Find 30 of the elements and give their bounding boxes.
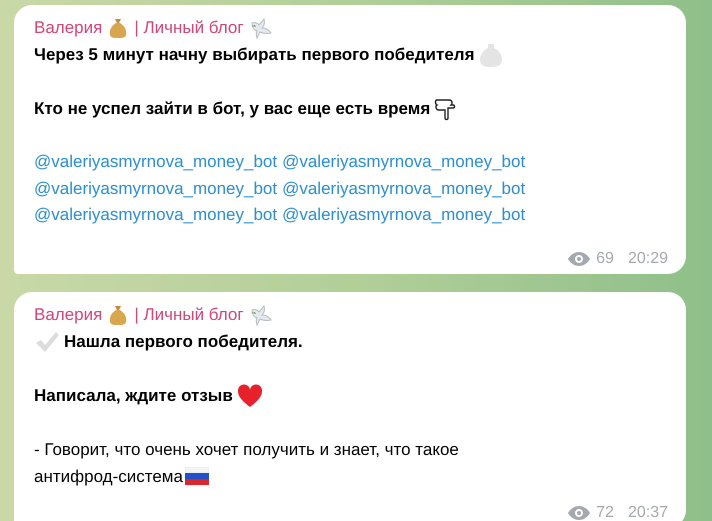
blob-icon	[478, 42, 502, 68]
pointing-hand-icon	[434, 96, 456, 120]
message-time: 20:29	[628, 250, 668, 268]
message-text: Написала, ждите отзыв	[34, 385, 233, 407]
money-bag-icon	[108, 17, 128, 39]
bot-link[interactable]: @valeriyasmyrnova_money_bot	[34, 202, 278, 228]
channel-name: | Личный блог	[134, 17, 244, 39]
flag-icon	[184, 467, 209, 485]
money-bag-icon	[108, 304, 128, 326]
message-time: 20:37	[628, 504, 668, 521]
view-count: 69	[596, 250, 614, 268]
message-text: Нашла первого победителя.	[64, 331, 303, 353]
message-text: - Говорит, что очень хочет получить и знает, что такое антифрод-система	[34, 439, 460, 488]
bot-link[interactable]: @valeriyasmyrnova_money_bot	[282, 149, 526, 176]
check-mark-icon	[34, 330, 60, 354]
bot-link[interactable]: @valeriyasmyrnova_money_bot	[282, 176, 526, 202]
view-count: 72	[596, 504, 614, 521]
bot-link[interactable]: @valeriyasmyrnova_money_bot	[34, 149, 278, 176]
bot-link[interactable]: @valeriyasmyrnova_money_bot	[282, 202, 526, 228]
eye-icon	[568, 252, 590, 266]
channel-name: Валерия	[34, 17, 102, 39]
channel-name: | Личный блог	[134, 304, 244, 326]
message-text: Кто не успел зайти в бот, у вас еще есть время	[34, 98, 430, 120]
message-text: Через 5 минут начну выбирать первого победителя	[34, 44, 474, 66]
channel-name: Валерия	[34, 304, 102, 326]
heart-icon	[236, 384, 263, 408]
eye-icon	[568, 506, 590, 520]
dove-icon	[250, 17, 274, 39]
bot-link[interactable]: @valeriyasmyrnova_money_bot	[34, 176, 278, 202]
dove-icon	[250, 304, 274, 326]
